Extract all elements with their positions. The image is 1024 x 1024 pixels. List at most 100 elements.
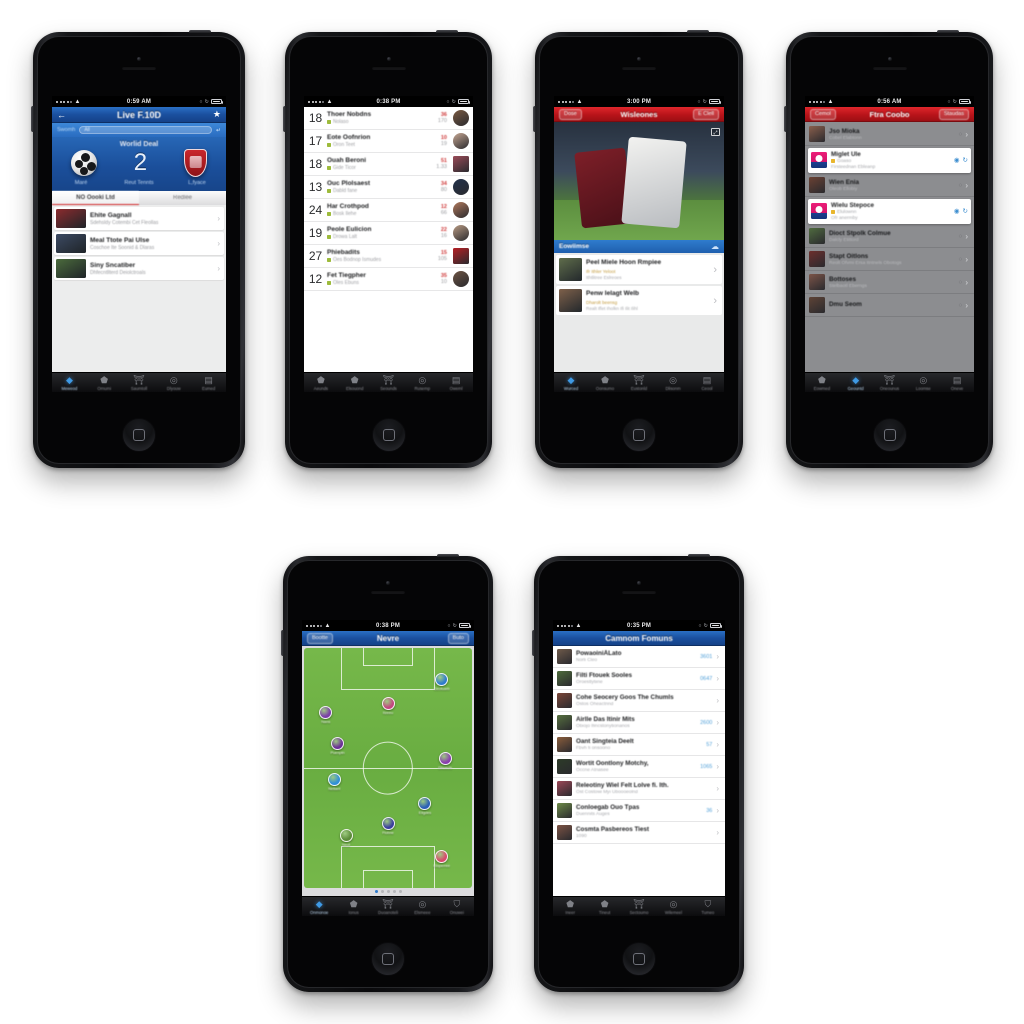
home-button[interactable]	[622, 418, 656, 452]
tab-1[interactable]: Redlée	[139, 191, 226, 205]
tab-item-3[interactable]: ◎ Loomse	[906, 375, 940, 391]
return-key-icon[interactable]: ↵	[216, 127, 221, 134]
tab-item-3[interactable]: ◎ Elsmeee	[405, 899, 439, 915]
tab-item-2[interactable]: ⛩ Eustonld	[622, 375, 656, 391]
star-icon[interactable]: ★	[213, 109, 221, 120]
tab-item-1[interactable]: ⬟ Ionus	[336, 899, 370, 915]
tab-item-2[interactable]: ⛩ Sectoumo	[622, 899, 656, 915]
tab-item-2[interactable]: ⛩ Saumtoll	[122, 375, 157, 391]
nav-left-button[interactable]: Bootte	[307, 632, 333, 644]
forum-row[interactable]: Cosmta Pasbereos Tiest 1090 ›	[553, 822, 725, 844]
tab-item-1[interactable]: ⬟ Ornumi	[87, 375, 122, 391]
player-marker[interactable]: Eligdes	[411, 797, 439, 815]
tab-item-4[interactable]: ▤ Ceool	[690, 375, 724, 391]
tab-item-3[interactable]: ◎ Dlisonm	[656, 375, 690, 391]
forum-row[interactable]: Airlle Das Itinir Mits Obiojo Ifincstonyt…	[553, 712, 725, 734]
tab-item-2[interactable]: ⛩ Seounds	[372, 375, 406, 391]
tab-item-3[interactable]: ◎ Dlyouw	[156, 375, 191, 391]
home-button[interactable]	[122, 418, 156, 452]
table-row[interactable]: 18 Thoer Nobdns Nolaso 36 170	[304, 107, 473, 130]
tab-item-0[interactable]: ◆ Onmonoe	[302, 899, 336, 915]
tab-item-4[interactable]: ⛉ Tumeo	[691, 899, 725, 915]
clock-icon[interactable]: ○	[958, 302, 962, 309]
tab-item-1[interactable]: ⬟ Oonsumo	[588, 375, 622, 391]
tab-item-4[interactable]: ⛉ Onuwei	[440, 899, 474, 915]
search-input[interactable]: All	[79, 126, 212, 134]
forum-row[interactable]: Cohe Seocery Goos The Chumls Ostos Oheact…	[553, 690, 725, 712]
tab-item-3[interactable]: ◎ Wilemeel	[656, 899, 690, 915]
table-row[interactable]: 24 Har Crothpod Bosk Ilehe 12 66	[304, 199, 473, 222]
tab-item-0[interactable]: ◆ Meweod	[52, 375, 87, 391]
fixture-row[interactable]: Wien Enia Oleob Ellobiy ○ ›	[805, 174, 974, 197]
tab-item-2[interactable]: ⛩ Duoanoteli	[371, 899, 405, 915]
nav-right-button[interactable]: E Clell	[693, 108, 719, 120]
page-dot[interactable]	[386, 890, 390, 893]
video-card[interactable]: Penw Ielagt Welb Dharolt beensg Realt Ifle…	[556, 286, 722, 315]
tab-item-4[interactable]: ▤ Oneve	[940, 375, 974, 391]
nav-right-button[interactable]: Staudas	[938, 108, 969, 120]
tab-item-3[interactable]: ◎ Rusemp	[405, 375, 439, 391]
table-row[interactable]: 13 Ouc Plolsaest Dabld fane 34 80	[304, 176, 473, 199]
fixture-row[interactable]: Jso Mioka Cobel Elabtonn ○ ›	[805, 123, 974, 146]
forum-row[interactable]: Wortit Oontlony Motchy, Occne Atnasee 1065…	[553, 756, 725, 778]
table-row[interactable]: 27 Phiebadits Oes Bodnop Ismudes 15 105	[304, 245, 473, 268]
fixture-row[interactable]: Bottoses Stelbaotl Eberngs ○ ›	[805, 271, 974, 294]
clock-icon[interactable]: ○	[958, 131, 962, 138]
nav-left-button[interactable]: Cemol	[810, 108, 836, 120]
news-card[interactable]: Ehite Gagnall Sdehsldy Cotembi Cet Fleoll…	[54, 207, 224, 230]
home-button[interactable]	[371, 942, 405, 976]
player-marker[interactable]: Dhuecls	[431, 751, 459, 770]
fixture-row[interactable]: Wielu Stepoce Elulownn Ofr anermby ◉ ↻	[808, 198, 971, 224]
tab-item-4[interactable]: ▤ Oweml	[439, 375, 473, 391]
table-row[interactable]: 18 Ouah Beroni Gide Ticor 51 1.33	[304, 153, 473, 176]
tab-item-0[interactable]: ⬟ Aeunds	[304, 375, 338, 391]
tab-item-0[interactable]: ⬟ Ineer	[553, 899, 587, 915]
video-card[interactable]: Peel Miele Hoon Rmpiee Ifr Ithler Yeloot I…	[556, 255, 722, 284]
news-card[interactable]: Siny Sncatiber Dhfecntllterd Deiolctroals…	[54, 257, 224, 280]
clock-icon[interactable]: ○	[958, 233, 962, 240]
player-marker[interactable]: Flobne	[374, 816, 402, 835]
page-dot[interactable]	[398, 890, 402, 893]
forum-row[interactable]: Filti Ftouek Sooles Oroestlytiine 0647 ›	[553, 668, 725, 690]
home-button[interactable]	[622, 942, 656, 976]
globe-icon[interactable]: ◉	[954, 207, 960, 215]
tab-item-1[interactable]: ⬟ Tineut	[587, 899, 621, 915]
nav-left-button[interactable]: Dose	[559, 108, 582, 120]
fixture-row[interactable]: Miglet Ule Goaso Firsteednan Ebleanp ◉ ↻	[808, 147, 971, 173]
tab-item-1[interactable]: ⬟ Elsouond	[338, 375, 372, 391]
search-bar[interactable]: Swomh All ↵	[52, 123, 226, 137]
table-row[interactable]: 17 Eote Oofnrion Oron Teet 10 19	[304, 130, 473, 153]
fixture-row[interactable]: Dmu Seom ○ ›	[805, 294, 974, 317]
tab-item-0[interactable]: ⬟ Eowmed	[805, 375, 839, 391]
tab-item-0[interactable]: ◆ Wurced	[554, 375, 588, 391]
forum-row[interactable]: Conloegab Ouo Tpas Duennits Auges 36 ›	[553, 800, 725, 822]
clock-icon[interactable]: ○	[958, 256, 962, 263]
player-marker[interactable]: Neot	[332, 828, 360, 847]
player-marker[interactable]: Eloperree	[428, 850, 456, 868]
forum-row[interactable]: Releotiny Wiel Felt Lolve fi. Ith. Ost Co…	[553, 778, 725, 800]
nav-right-button[interactable]: Buto	[447, 632, 469, 644]
page-dot[interactable]	[380, 890, 384, 893]
globe-icon[interactable]: ◉	[954, 156, 960, 164]
player-marker[interactable]: Ilzeeu	[374, 696, 402, 715]
fixture-row[interactable]: Dioct Stpolk Colmue Dalcly Etittord ○ ›	[805, 225, 974, 248]
cloud-download-icon[interactable]: ☁	[711, 242, 719, 251]
player-marker[interactable]: Puenptn	[324, 737, 352, 755]
forum-row[interactable]: Oant Singteia Deelt Fbvh fi onsoono 57 ›	[553, 734, 725, 756]
repeat-icon[interactable]: ↻	[963, 156, 968, 164]
clock-icon[interactable]: ○	[958, 182, 962, 189]
player-marker[interactable]: Netlant	[320, 773, 348, 791]
forum-row[interactable]: PowaoiniÅLato Norli Cleo 3601 ›	[553, 646, 725, 668]
clock-icon[interactable]: ○	[958, 279, 962, 286]
page-dot[interactable]	[392, 890, 396, 893]
back-arrow-icon[interactable]: ←	[57, 110, 66, 120]
fixture-row[interactable]: Stapt Oitlons Reolt Ofvmi Ersa Itntnels O…	[805, 248, 974, 271]
table-row[interactable]: 12 Fet Tiegpher Oles Ebuns 35 10	[304, 268, 473, 291]
tab-item-1[interactable]: ◆ Geountd	[839, 375, 873, 391]
home-button[interactable]	[371, 418, 406, 452]
tab-item-4[interactable]: ▤ Eumed	[191, 375, 226, 391]
player-marker[interactable]: Geotuarb	[428, 672, 456, 691]
tab-item-2[interactable]: ⛩ Oneounus	[873, 375, 907, 391]
player-marker[interactable]: Nans	[312, 706, 340, 724]
expand-icon[interactable]: ⤢	[711, 128, 720, 136]
